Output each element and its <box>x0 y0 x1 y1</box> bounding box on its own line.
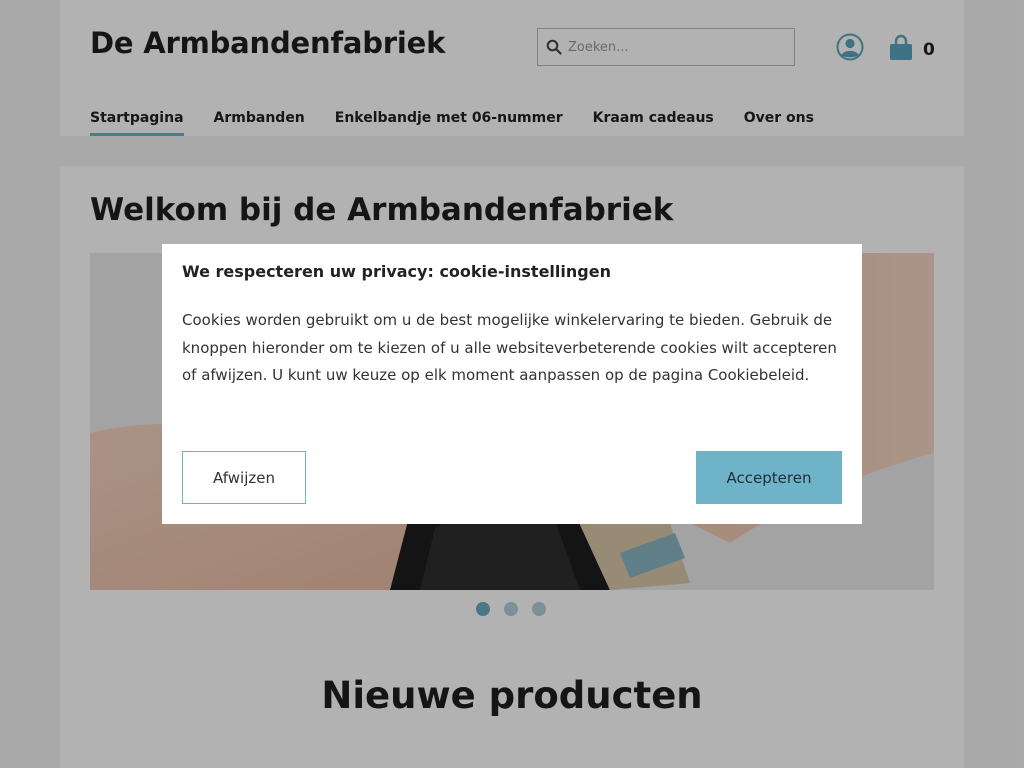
accept-cookies-button[interactable]: Accepteren <box>696 451 842 504</box>
cookie-dialog-title: We respecteren uw privacy: cookie-instel… <box>182 262 611 281</box>
decline-cookies-button[interactable]: Afwijzen <box>182 451 306 504</box>
cookie-dialog-text: Cookies worden gebruikt om u de best mog… <box>182 311 837 384</box>
cookie-consent-dialog: We respecteren uw privacy: cookie-instel… <box>162 244 862 524</box>
